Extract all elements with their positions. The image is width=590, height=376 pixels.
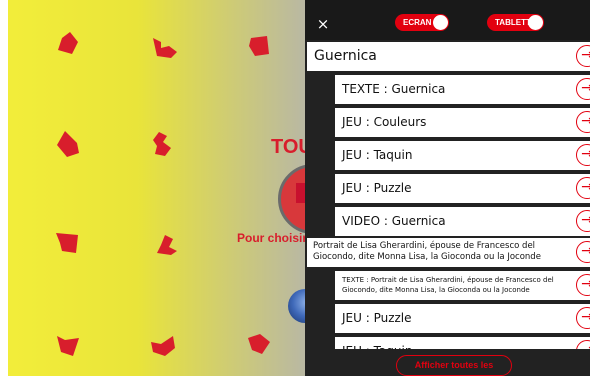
arrow-right-icon[interactable]: → (576, 241, 590, 263)
puzzle-piece-7[interactable] (157, 235, 177, 255)
row-label: JEU : Taquin (342, 148, 413, 162)
toggle-tablet-knob (528, 15, 543, 30)
row-label: Portrait de Lisa Gherardini, épouse de F… (313, 241, 541, 262)
arrow-right-icon[interactable]: → (576, 307, 590, 329)
activity-row[interactable]: VIDEO : Guernica → (335, 207, 590, 236)
toggle-tablet[interactable]: TABLETTE (487, 14, 544, 31)
instruction-subline: Pour choisir (237, 231, 308, 245)
app-stage: TOUC Pour choisir × ECRAN TABLETTE Guern… (0, 0, 590, 376)
puzzle-piece-10[interactable] (248, 334, 270, 354)
arrow-right-icon[interactable]: → (576, 144, 590, 166)
toggle-screen[interactable]: ECRAN (395, 14, 449, 31)
arrow-right-icon[interactable]: → (576, 340, 590, 349)
panel-topbar: × ECRAN TABLETTE (305, 0, 590, 40)
activity-row[interactable]: TEXTE : Portrait de Lisa Gherardini, épo… (335, 271, 590, 300)
puzzle-piece-8[interactable] (57, 336, 79, 356)
activity-row[interactable]: JEU : Puzzle → (335, 304, 590, 333)
toggle-screen-label: ECRAN (403, 18, 432, 27)
background-board: TOUC Pour choisir (0, 0, 348, 376)
activity-row[interactable]: JEU : Taquin → (335, 141, 590, 170)
activity-row[interactable]: JEU : Couleurs → (335, 108, 590, 137)
close-icon[interactable]: × (311, 13, 335, 35)
artwork-row-joconde[interactable]: Portrait de Lisa Gherardini, épouse de F… (307, 238, 590, 267)
arrow-right-icon[interactable]: → (576, 274, 590, 296)
row-label: JEU : Puzzle (342, 181, 412, 195)
arrow-right-icon[interactable]: → (576, 177, 590, 199)
puzzle-piece-6[interactable] (56, 233, 78, 253)
show-all-artworks-button[interactable]: Afficher toutes les oeuvres (396, 355, 512, 376)
row-label: VIDEO : Guernica (342, 214, 446, 228)
artworks-panel: × ECRAN TABLETTE Guernica → TEXTE : Guer… (305, 0, 590, 376)
puzzle-piece-2[interactable] (153, 38, 177, 58)
arrow-right-icon[interactable]: → (576, 210, 590, 232)
puzzle-piece-4[interactable] (57, 131, 79, 157)
left-margin (0, 0, 8, 376)
row-label: TEXTE : Portrait de Lisa Gherardini, épo… (342, 276, 554, 294)
row-label: Guernica (314, 48, 377, 64)
puzzle-piece-5[interactable] (153, 132, 171, 156)
arrow-right-icon[interactable]: → (576, 45, 590, 67)
arrow-right-icon[interactable]: → (576, 78, 590, 100)
row-label: JEU : Taquin (342, 337, 412, 349)
activity-row[interactable]: JEU : Taquin → (335, 337, 590, 349)
puzzle-piece-9[interactable] (151, 336, 175, 356)
toggle-screen-knob (433, 15, 448, 30)
artwork-row-guernica[interactable]: Guernica → (307, 42, 590, 71)
row-label: TEXTE : Guernica (342, 82, 446, 96)
arrow-right-icon[interactable]: → (576, 111, 590, 133)
row-label: JEU : Puzzle (342, 311, 412, 325)
row-label: JEU : Couleurs (342, 115, 427, 129)
puzzle-piece-1[interactable] (58, 32, 80, 56)
activity-row[interactable]: JEU : Puzzle → (335, 174, 590, 203)
puzzle-piece-3[interactable] (249, 36, 269, 56)
activity-row[interactable]: TEXTE : Guernica → (335, 75, 590, 104)
